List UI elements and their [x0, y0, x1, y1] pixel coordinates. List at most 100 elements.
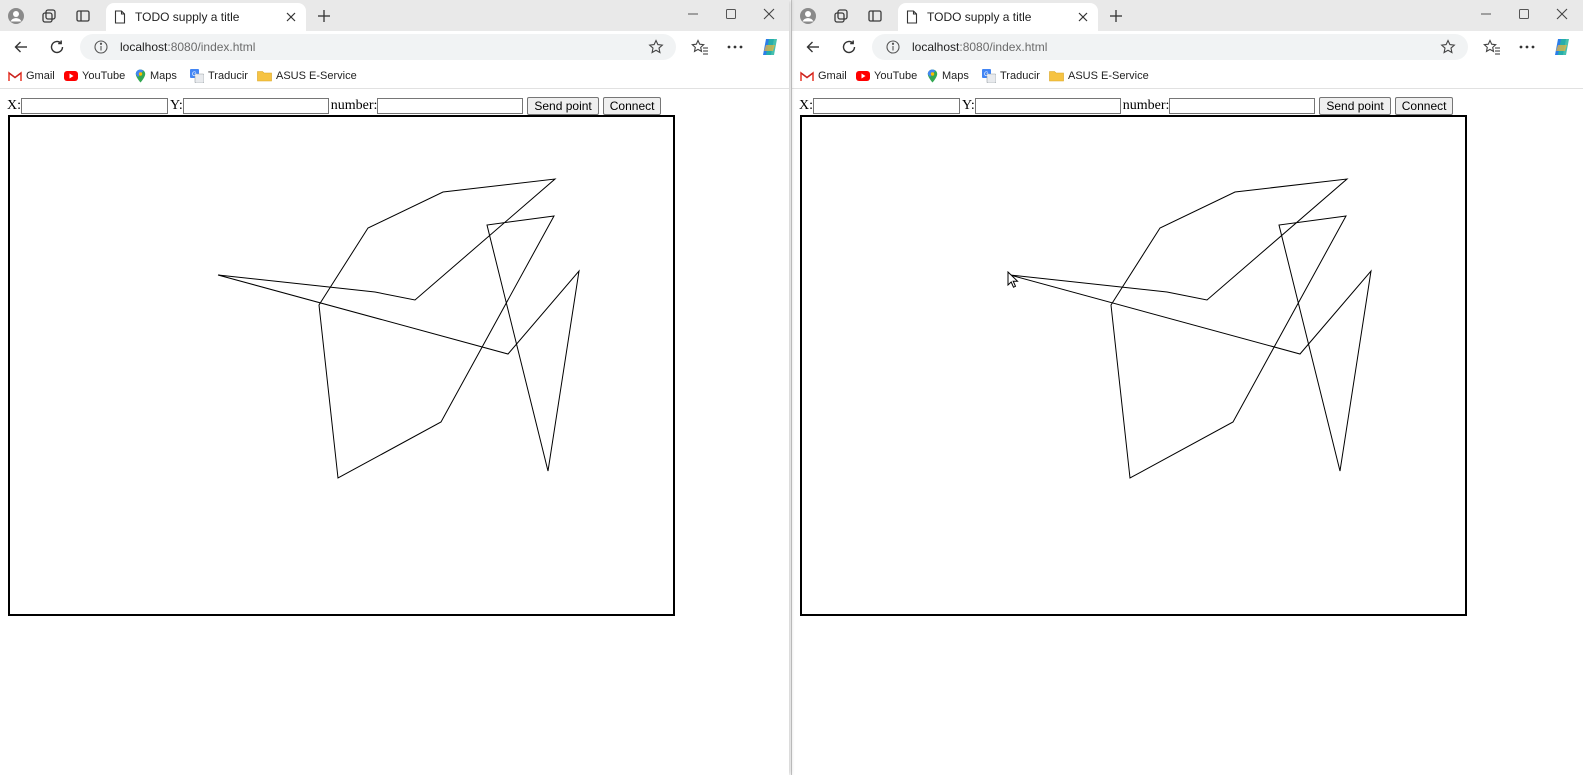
svg-text:G: G — [984, 72, 989, 78]
page-icon — [114, 10, 126, 24]
drawing-polyline — [1009, 178, 1372, 479]
bookmark-label: Traducir — [208, 70, 248, 82]
workspaces-icon[interactable] — [830, 5, 852, 27]
bookmark-label: Maps — [150, 70, 177, 82]
x-input[interactable] — [813, 98, 960, 114]
profile-icon[interactable] — [797, 5, 819, 27]
url-path: :8080/index.html — [959, 40, 1048, 54]
x-label: X: — [7, 98, 21, 113]
folder-icon — [1049, 70, 1064, 82]
x-label: X: — [799, 98, 813, 113]
bookmark-gmail[interactable]: Gmail — [800, 68, 847, 84]
vertical-tabs-icon[interactable] — [72, 5, 94, 27]
drawing-polyline — [217, 178, 580, 479]
youtube-icon — [64, 71, 78, 81]
close-icon[interactable] — [757, 3, 781, 25]
maps-icon — [927, 69, 938, 83]
url-host: localhost — [120, 40, 168, 54]
bookmark-maps[interactable]: Maps — [927, 68, 969, 84]
drawing-canvas[interactable] — [800, 115, 1467, 616]
info-icon[interactable] — [886, 40, 900, 59]
y-input[interactable] — [182, 98, 329, 114]
star-icon[interactable] — [648, 39, 664, 60]
info-icon[interactable] — [94, 40, 108, 59]
close-icon[interactable] — [1550, 3, 1574, 25]
minimize-icon[interactable] — [681, 3, 705, 25]
bookmark-label: ASUS E-Service — [276, 70, 357, 82]
number-label: number: — [330, 98, 378, 113]
vertical-tabs-icon[interactable] — [864, 5, 886, 27]
point-form: X: Y: number: Send point Connect — [7, 97, 662, 115]
send-point-button[interactable]: Send point — [1319, 97, 1391, 115]
gmail-icon — [800, 70, 814, 82]
y-input[interactable] — [974, 98, 1121, 114]
bookmark-traducir[interactable]: G Traducir — [190, 68, 248, 84]
favorites-icon[interactable] — [1480, 35, 1504, 59]
send-point-button[interactable]: Send point — [527, 97, 599, 115]
maps-icon — [135, 69, 146, 83]
connect-button[interactable]: Connect — [602, 97, 662, 115]
copilot-icon[interactable] — [1550, 35, 1574, 59]
gmail-icon — [8, 70, 22, 82]
close-icon[interactable] — [282, 8, 300, 26]
point-form: X: Y: number: Send point Connect — [799, 97, 1454, 115]
tab-active[interactable]: TODO supply a title — [106, 3, 306, 31]
bookmark-label: Gmail — [26, 70, 55, 82]
tab-title: TODO supply a title — [135, 10, 240, 24]
drawing-svg — [217, 178, 580, 479]
minimize-icon[interactable] — [1474, 3, 1498, 25]
bookmark-youtube[interactable]: YouTube — [856, 68, 917, 84]
maximize-icon[interactable] — [1512, 3, 1536, 25]
bookmark-traducir[interactable]: G Traducir — [982, 68, 1040, 84]
page-content: X: Y: number: Send point Connect — [792, 89, 1583, 775]
number-input[interactable] — [1169, 98, 1316, 114]
drawing-canvas[interactable] — [8, 115, 675, 616]
tab-title: TODO supply a title — [927, 10, 1032, 24]
address-bar[interactable]: localhost:8080/index.html — [80, 34, 676, 60]
star-icon[interactable] — [1440, 39, 1456, 60]
bookmark-gmail[interactable]: Gmail — [8, 68, 55, 84]
back-icon[interactable] — [801, 35, 825, 59]
url-host: localhost — [912, 40, 960, 54]
bookmark-label: Traducir — [1000, 70, 1040, 82]
bookmark-asus[interactable]: ASUS E-Service — [257, 68, 357, 84]
back-icon[interactable] — [9, 35, 33, 59]
more-icon[interactable] — [723, 35, 747, 59]
mouse-cursor-icon — [1007, 271, 1019, 288]
favorites-icon[interactable] — [688, 35, 712, 59]
bookmark-youtube[interactable]: YouTube — [64, 68, 125, 84]
address-bar[interactable]: localhost:8080/index.html — [872, 34, 1468, 60]
bookmarks-bar: Gmail YouTube Maps G Traducir ASUS E-Ser… — [0, 62, 789, 89]
youtube-icon — [856, 71, 870, 81]
browser-toolbar: localhost:8080/index.html — [0, 31, 789, 62]
drawing-svg — [1009, 178, 1372, 479]
close-icon[interactable] — [1074, 8, 1092, 26]
bookmark-label: ASUS E-Service — [1068, 70, 1149, 82]
folder-icon — [257, 70, 272, 82]
browser-window-left: TODO supply a title localhost:8080/index… — [0, 0, 789, 775]
new-tab-icon[interactable] — [1105, 5, 1127, 27]
refresh-icon[interactable] — [837, 35, 861, 59]
profile-icon[interactable] — [5, 5, 27, 27]
bookmark-asus[interactable]: ASUS E-Service — [1049, 68, 1149, 84]
number-input[interactable] — [377, 98, 524, 114]
translate-icon: G — [190, 69, 204, 83]
copilot-icon[interactable] — [758, 35, 782, 59]
page-content: X: Y: number: Send point Connect — [0, 89, 789, 775]
translate-icon: G — [982, 69, 996, 83]
tab-bar: TODO supply a title — [0, 0, 789, 31]
workspaces-icon[interactable] — [38, 5, 60, 27]
connect-button[interactable]: Connect — [1394, 97, 1454, 115]
browser-window-right: TODO supply a title localhost:8080/index… — [791, 0, 1583, 775]
bookmark-maps[interactable]: Maps — [135, 68, 177, 84]
tab-active[interactable]: TODO supply a title — [898, 3, 1098, 31]
new-tab-icon[interactable] — [313, 5, 335, 27]
maximize-icon[interactable] — [719, 3, 743, 25]
more-icon[interactable] — [1515, 35, 1539, 59]
svg-text:G: G — [192, 72, 197, 78]
x-input[interactable] — [21, 98, 168, 114]
refresh-icon[interactable] — [45, 35, 69, 59]
bookmark-label: YouTube — [874, 70, 918, 82]
y-label: Y: — [962, 98, 975, 113]
bookmarks-bar: Gmail YouTube Maps G Traducir ASUS E-Ser… — [792, 62, 1583, 89]
